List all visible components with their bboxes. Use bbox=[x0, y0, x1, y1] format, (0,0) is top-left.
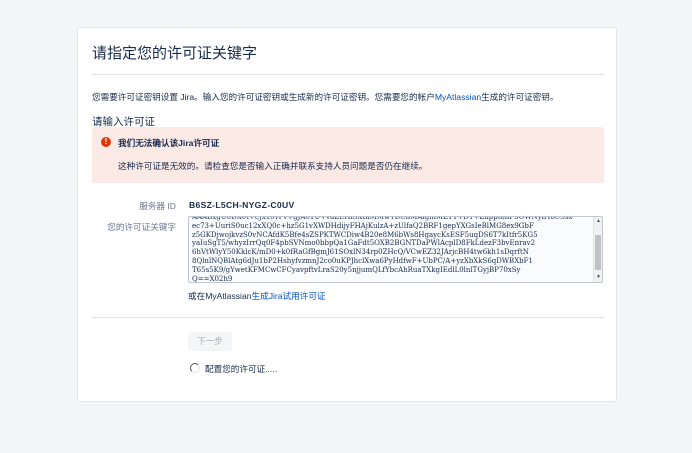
trial-license-line: 或在MyAtlassian生成Jira试用许可证 bbox=[188, 290, 326, 302]
error-message: ! 我们无法确认该Jira许可证 这种许可证是无效的。请检查您是否输入正确并联系… bbox=[92, 127, 604, 183]
myatlassian-link[interactable]: MyAtlassian bbox=[435, 92, 481, 102]
configuring-status: 配置您的许可证..... bbox=[205, 364, 278, 374]
scroll-down-arrow-icon[interactable]: ▼ bbox=[594, 273, 602, 282]
scroll-up-arrow-icon[interactable]: ▲ bbox=[594, 217, 602, 226]
server-id-value: B6SZ-L5CH-NYGZ-C0UV bbox=[189, 200, 295, 210]
error-body: 这种许可证是无效的。请检查您是否输入正确并联系支持人员问题是否仍在继续。 bbox=[118, 161, 428, 171]
error-title: 我们无法确认该Jira许可证 bbox=[118, 138, 220, 148]
intro-text: 您需要许可证密钥设置 Jira。输入您的许可证密钥或生成新的许可证密钥。您需要您… bbox=[92, 91, 559, 103]
title-divider bbox=[92, 74, 604, 75]
loading-spinner-icon bbox=[190, 363, 200, 373]
error-icon: ! bbox=[101, 137, 111, 147]
trial-prefix: 或在MyAtlassian bbox=[188, 291, 252, 301]
actions-divider bbox=[92, 317, 604, 318]
generate-trial-link[interactable]: 生成Jira试用许可证 bbox=[252, 291, 326, 301]
page-title: 请指定您的许可证关键字 bbox=[92, 45, 258, 62]
intro-text-after: 生成的许可证密钥。 bbox=[481, 92, 559, 102]
license-key-textarea[interactable]: AAABxgU0DX0t+eJx10vPv+gJA01U+vaZEHiSXtnM… bbox=[188, 216, 603, 283]
server-id-label: 服务器 ID bbox=[139, 201, 176, 211]
license-key-text[interactable]: AAABxgU0DX0t+eJx10vPv+gJA01U+vaZEHiSXtnM… bbox=[192, 217, 588, 282]
license-key-label: 您的许可证关键字 bbox=[107, 222, 176, 232]
license-key-scrollbar[interactable]: ▲ ▼ bbox=[593, 217, 602, 282]
license-setup-card: 请指定您的许可证关键字 您需要许可证密钥设置 Jira。输入您的许可证密钥或生成… bbox=[77, 27, 617, 402]
intro-text-before: 您需要许可证密钥设置 Jira。输入您的许可证密钥或生成新的许可证密钥。您需要您… bbox=[92, 92, 435, 102]
scrollbar-thumb[interactable] bbox=[595, 235, 601, 270]
next-button[interactable]: 下一步 bbox=[188, 332, 232, 351]
